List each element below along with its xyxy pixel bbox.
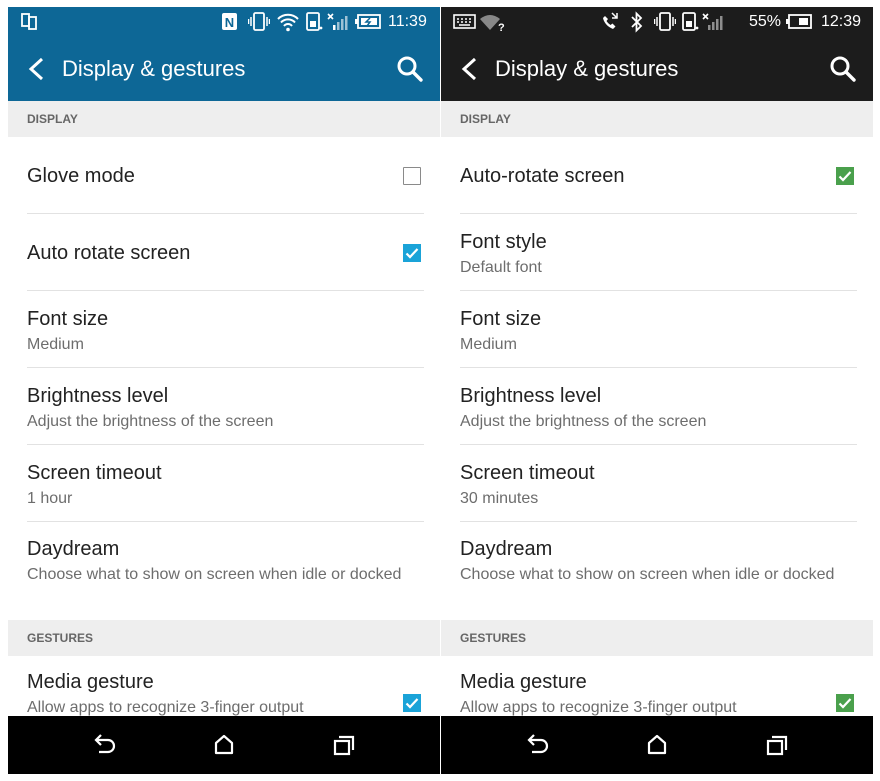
section-header-gestures: GESTURES [8,620,440,656]
settings-list: DISPLAY Glove mode Auto rotate screen Fo… [8,101,440,716]
signal-icon [327,7,349,37]
setting-title: Auto-rotate screen [460,165,625,187]
nav-home-icon[interactable] [209,731,239,759]
setting-title: Daydream [460,538,553,560]
vibrate-icon [654,7,676,37]
setting-title: Glove mode [27,165,135,187]
battery-charging-icon [354,7,382,37]
setting-subtitle: Choose what to show on screen when idle … [27,566,402,583]
svg-text:N: N [225,15,234,30]
nav-recents-icon[interactable] [762,731,792,759]
svg-text:?: ? [498,22,505,34]
nav-back-icon[interactable] [522,731,552,759]
section-header-gestures: GESTURES [441,620,873,656]
status-time: 11:39 [388,13,427,30]
vibrate-icon [248,7,270,37]
wifi-icon [276,7,300,37]
phone-screen-right: ? 55% 12:39 Display & gestures DISPLAY A… [441,7,873,774]
page-title: Display & gestures [495,56,679,81]
app-bar: Display & gestures [441,37,873,101]
wifi-unknown-icon: ? [479,7,505,37]
back-arrow-icon[interactable] [22,54,52,84]
section-header-display: DISPLAY [441,101,873,137]
signal-icon [702,7,724,37]
section-header-display: DISPLAY [8,101,440,137]
battery-icon [785,7,813,37]
phone-screen-left: N 11:39 Display & gestures DISPLAY Glove… [8,7,440,774]
media-gesture-checkbox[interactable] [836,694,854,712]
page-title: Display & gestures [62,56,246,81]
setting-brightness-level[interactable]: Brightness level Adjust the brightness o… [27,368,424,445]
setting-subtitle: Allow apps to recognize 3-finger output [460,699,737,716]
nfc-icon: N [221,7,239,37]
setting-auto-rotate[interactable]: Auto rotate screen [27,214,424,291]
settings-list: DISPLAY Auto-rotate screen Font style De… [441,101,873,716]
dual-window-icon [20,7,40,37]
nav-home-icon[interactable] [642,731,672,759]
navigation-bar [8,716,440,774]
setting-title: Screen timeout [460,462,595,484]
keyboard-icon [453,7,477,37]
bluetooth-icon [629,7,645,37]
setting-brightness-level[interactable]: Brightness level Adjust the brightness o… [460,368,857,445]
setting-subtitle: Medium [27,336,84,353]
auto-rotate-checkbox[interactable] [836,167,854,185]
nav-back-icon[interactable] [89,731,119,759]
setting-font-size[interactable]: Font size Medium [27,291,424,368]
status-time: 12:39 [821,13,862,30]
setting-daydream[interactable]: Daydream Choose what to show on screen w… [460,522,857,620]
setting-title: Screen timeout [27,462,162,484]
setting-daydream[interactable]: Daydream Choose what to show on screen w… [27,522,424,620]
navigation-bar [441,716,873,774]
status-bar: N 11:39 [8,7,440,37]
setting-font-style[interactable]: Font style Default font [460,214,857,291]
setting-title: Font style [460,231,547,253]
setting-subtitle: Adjust the brightness of the screen [27,413,274,430]
setting-screen-timeout[interactable]: Screen timeout 30 minutes [460,445,857,522]
glove-mode-checkbox[interactable] [403,167,421,185]
setting-subtitle: Allow apps to recognize 3-finger output [27,699,304,716]
setting-subtitle: Adjust the brightness of the screen [460,413,707,430]
setting-title: Daydream [27,538,120,560]
setting-title: Auto rotate screen [27,242,191,264]
media-gesture-checkbox[interactable] [403,694,421,712]
setting-subtitle: 1 hour [27,490,73,507]
setting-title: Font size [460,308,542,330]
missed-call-icon [600,7,620,37]
setting-title: Brightness level [460,385,602,407]
setting-auto-rotate[interactable]: Auto-rotate screen [460,137,857,214]
sim-icon [305,7,323,37]
setting-subtitle: Medium [460,336,517,353]
search-icon[interactable] [827,53,859,85]
search-icon[interactable] [394,53,426,85]
setting-media-gesture[interactable]: Media gesture Allow apps to recognize 3-… [460,656,857,716]
auto-rotate-checkbox[interactable] [403,244,421,262]
status-bar: ? 55% 12:39 [441,7,873,37]
setting-media-gesture[interactable]: Media gesture Allow apps to recognize 3-… [27,656,424,716]
setting-font-size[interactable]: Font size Medium [460,291,857,368]
setting-title: Brightness level [27,385,169,407]
setting-title: Font size [27,308,109,330]
sim-icon [681,7,699,37]
app-bar: Display & gestures [8,37,440,101]
nav-recents-icon[interactable] [329,731,359,759]
setting-screen-timeout[interactable]: Screen timeout 1 hour [27,445,424,522]
setting-subtitle: Choose what to show on screen when idle … [460,566,835,583]
setting-subtitle: 30 minutes [460,490,539,507]
setting-title: Media gesture [460,671,587,693]
setting-glove-mode[interactable]: Glove mode [27,137,424,214]
battery-percent: 55% [749,13,782,30]
setting-subtitle: Default font [460,259,542,276]
back-arrow-icon[interactable] [455,54,485,84]
setting-title: Media gesture [27,671,154,693]
